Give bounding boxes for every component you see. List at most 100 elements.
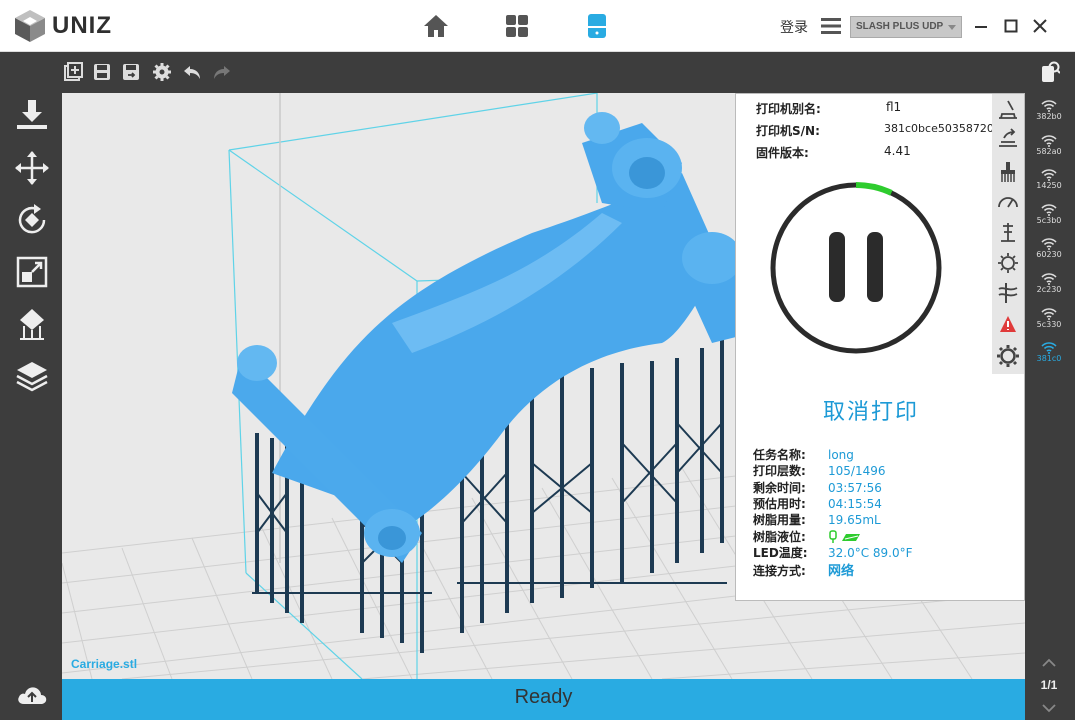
z-axis-icon[interactable] [996,220,1020,244]
brand-name: UNIZ [52,12,112,39]
stat-row: 任务名称: long [753,446,1003,463]
network-id: 582a0 [1036,146,1062,156]
stat-label: 树脂液位: [753,529,806,544]
device-search-icon[interactable] [1040,60,1060,84]
layers-icon[interactable] [14,358,50,394]
wifi-icon [1041,238,1057,251]
stat-label: 打印层数: [753,464,806,479]
import-icon[interactable] [14,98,50,134]
export-icon[interactable] [996,126,1020,150]
rotate-icon[interactable] [14,202,50,238]
printer-select[interactable]: SLASH PLUS UDP [850,16,962,38]
stat-value: 19.65mL [828,513,881,528]
undo-icon[interactable] [182,62,202,82]
printer-network-item[interactable]: 582a0 [1034,134,1064,156]
alias-label: 打印机别名: [756,102,821,116]
stat-row: LED温度: 32.0°C 89.0°F [753,544,1003,561]
pause-bar-left [829,232,845,302]
uniz-logo: UNIZ [12,8,112,44]
status-text: Ready [514,686,573,708]
save-icon[interactable] [92,62,112,82]
brush-icon[interactable] [996,160,1020,184]
scale-icon[interactable] [14,254,50,290]
stat-value: 04:15:54 [828,496,882,511]
network-id: 60230 [1036,250,1062,260]
gear-icon[interactable] [996,344,1020,368]
redo-icon[interactable] [212,62,232,82]
stat-label: LED温度: [753,545,808,560]
stat-row: 树脂液位: [753,528,1003,545]
app-window: UNIZ 登录 SLASH PLUS UDP Carriage.stl 打印机别… [0,0,1075,720]
printer-network-item[interactable]: 2c230 [1034,273,1064,294]
printer-info-panel: 打印机别名: fl1 打印机S/N: 381c0bce5035872000 固件… [735,93,1025,601]
network-id: 14250 [1036,181,1062,191]
stat-label: 剩余时间: [753,480,806,495]
sn-value: 381c0bce5035872000 [884,122,1008,135]
tray-icon[interactable] [996,98,1020,122]
menu-icon[interactable] [821,17,841,35]
stat-label: 预估用时: [753,496,806,511]
stat-row: 剩余时间: 03:57:56 [753,479,1003,496]
wave-icon[interactable] [996,281,1020,305]
pause-bar-right [867,232,883,302]
settings-icon[interactable] [152,62,172,82]
cancel-print-button[interactable]: 取消打印 [736,394,1006,426]
wifi-icon [1041,342,1057,355]
gauge-icon[interactable] [996,190,1020,214]
progress-arc [855,182,893,196]
model-carriage[interactable] [232,112,752,563]
stat-value: long [828,448,854,462]
stat-value: 03:57:56 [828,480,882,495]
network-id: 381c0 [1036,354,1062,364]
wifi-icon [1041,307,1057,320]
stat-value: 32.0°C 89.0°F [828,545,913,560]
wifi-icon [1041,134,1057,147]
progress-ring[interactable] [766,178,946,358]
sun-gear-icon[interactable] [996,251,1020,275]
network-id: 5c330 [1036,319,1062,329]
printer-icon[interactable] [583,12,611,40]
home-icon[interactable] [422,12,450,40]
login-link[interactable]: 登录 [780,17,808,37]
sn-label: 打印机S/N: [756,124,820,138]
title-bar: UNIZ 登录 SLASH PLUS UDP [0,0,1075,52]
status-bar: Ready [62,679,1025,720]
printer-network-item[interactable]: 60230 [1034,238,1064,259]
printer-network-item[interactable]: 382b0 [1034,100,1064,121]
stat-row: 预估用时: 04:15:54 [753,495,1003,512]
network-id: 2c230 [1036,285,1062,294]
wifi-icon [1041,169,1057,182]
support-icon[interactable] [14,306,50,342]
model-name-label[interactable]: Carriage.stl [71,657,137,671]
alias-value: fl1 [886,100,902,114]
alert-icon[interactable] [996,312,1020,336]
fw-value: 4.41 [884,144,911,158]
new-file-icon[interactable] [63,62,83,82]
printer-network-item[interactable]: 381c0 [1034,342,1064,363]
fw-label: 固件版本: [756,146,809,160]
stat-value: 105/1496 [828,464,886,479]
scroll-up-icon[interactable] [1041,658,1057,668]
wifi-icon [1041,204,1057,216]
printer-select-value: SLASH PLUS UDP [856,21,944,32]
stat-label: 任务名称: [753,448,806,462]
printer-network-item[interactable]: 5c3b0 [1034,204,1064,225]
printer-network-item[interactable]: 14250 [1034,169,1064,190]
stat-label: 树脂用量: [753,513,806,528]
panel-side-toolbar [992,94,1024,374]
minimize-icon[interactable] [973,18,989,34]
grid-icon[interactable] [503,12,531,40]
move-icon[interactable] [14,150,50,186]
stat-row: 连接方式: 网络 [753,560,1003,579]
cloud-upload-icon[interactable] [16,682,48,708]
stat-row: 树脂用量: 19.65mL [753,511,1003,528]
maximize-icon[interactable] [1003,18,1019,34]
stat-label: 连接方式: [753,564,806,579]
scroll-down-icon[interactable] [1041,703,1057,713]
save-as-icon[interactable] [121,62,141,82]
close-icon[interactable] [1032,18,1048,34]
page-indicator: 1/1 [1040,678,1058,692]
network-id: 382b0 [1036,112,1062,121]
printer-network-item[interactable]: 5c330 [1034,307,1064,329]
wifi-icon [1041,100,1057,112]
